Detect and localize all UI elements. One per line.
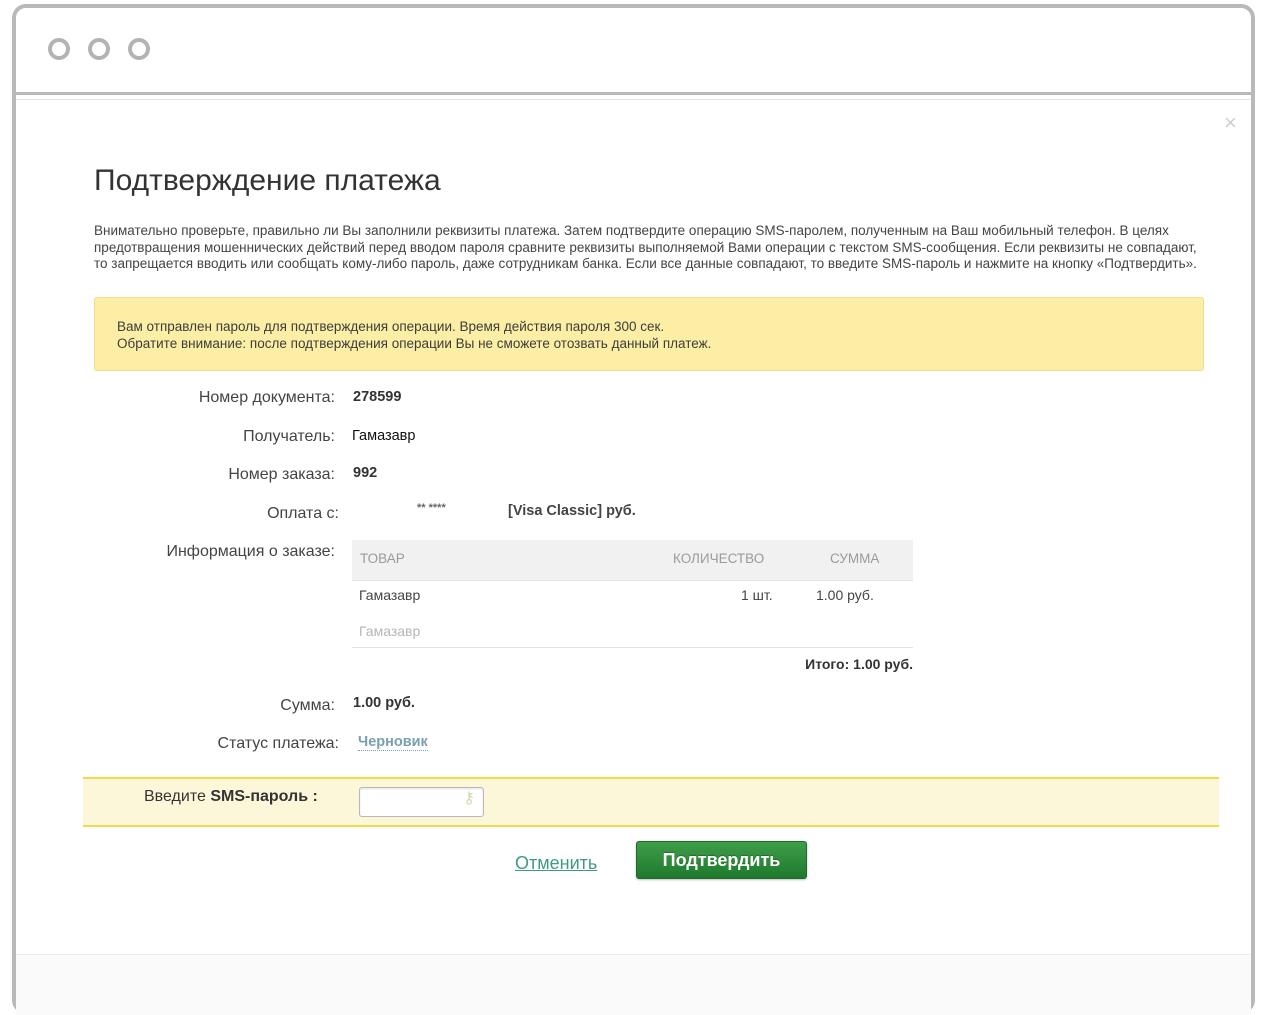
dialog-footer bbox=[16, 955, 1251, 1015]
status-draft-link[interactable]: Черновик bbox=[358, 734, 428, 751]
window-titlebar bbox=[16, 8, 1251, 100]
row-amount: 1.00 руб. bbox=[816, 587, 874, 603]
close-icon[interactable]: × bbox=[1224, 112, 1237, 134]
row-item-description: Гамазавр bbox=[359, 623, 421, 639]
status-label: Статус платежа: bbox=[217, 735, 339, 752]
titlebar-divider bbox=[16, 99, 1251, 100]
row-quantity: 1 шт. bbox=[741, 587, 773, 603]
sum-value: 1.00 руб. bbox=[353, 695, 415, 711]
row-item: Гамазавр bbox=[359, 587, 421, 603]
header-quantity: КОЛИЧЕСТВО bbox=[673, 551, 765, 566]
payment-source-label: Оплата с: bbox=[267, 505, 339, 522]
header-item: ТОВАР bbox=[360, 551, 405, 566]
recipient-value: Гамазавр bbox=[352, 428, 416, 444]
card-mask: ** **** bbox=[417, 502, 446, 514]
notice-line-1: Вам отправлен пароль для подтверждения о… bbox=[117, 319, 665, 334]
order-info-label: Информация о заказе: bbox=[166, 543, 335, 560]
key-icon: ⚷ bbox=[463, 790, 475, 807]
password-sent-notice: Вам отправлен пароль для подтверждения о… bbox=[94, 297, 1204, 371]
doc-number-value: 278599 bbox=[353, 389, 402, 405]
card-type: [Visa Classic] руб. bbox=[508, 503, 636, 519]
header-amount: СУММА bbox=[830, 551, 880, 566]
page-title: Подтверждение платежа bbox=[94, 164, 441, 197]
sms-label-prefix: Введите bbox=[144, 788, 211, 805]
confirm-button[interactable]: Подтвердить bbox=[636, 841, 807, 879]
notice-line-2: Обратите внимание: после подтверждения о… bbox=[117, 336, 712, 351]
order-number-label: Номер заказа: bbox=[228, 466, 335, 483]
sms-password-field[interactable]: ⚷ bbox=[359, 787, 484, 817]
order-total: Итого: 1.00 руб. bbox=[805, 656, 913, 672]
window-control-dot-1[interactable] bbox=[48, 38, 70, 60]
sms-password-label: Введите SMS-пароль : bbox=[144, 788, 318, 806]
window-control-dot-3[interactable] bbox=[128, 38, 150, 60]
sms-password-input[interactable] bbox=[360, 788, 460, 816]
sms-label-bold: SMS-пароль : bbox=[210, 788, 318, 805]
order-table-divider bbox=[352, 647, 913, 648]
recipient-label: Получатель: bbox=[243, 428, 335, 445]
cancel-link[interactable]: Отменить bbox=[515, 853, 597, 874]
sum-label: Сумма: bbox=[280, 697, 335, 714]
intro-text: Внимательно проверьте, правильно ли Вы з… bbox=[94, 223, 1197, 271]
order-number-value: 992 bbox=[353, 465, 378, 481]
doc-number-label: Номер документа: bbox=[198, 389, 335, 406]
window-control-dot-2[interactable] bbox=[88, 38, 110, 60]
order-table-header: ТОВАР КОЛИЧЕСТВО СУММА bbox=[352, 540, 913, 581]
